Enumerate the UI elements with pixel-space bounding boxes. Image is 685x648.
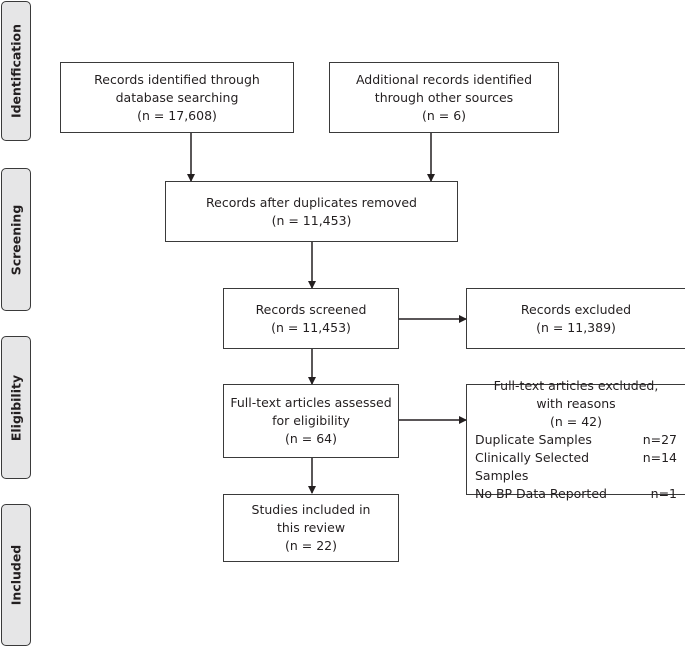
reason-label: Duplicate Samples — [475, 431, 592, 447]
box-line: Full-text articles excluded, — [493, 377, 659, 393]
box-records-excluded: Records excluded (n = 11,389) — [466, 288, 685, 349]
box-line: through other sources — [374, 89, 514, 105]
exclusion-reasons: Duplicate Samples n=27 Clinically Select… — [467, 431, 685, 503]
box-line: Records excluded — [520, 301, 632, 317]
box-line: Records after duplicates removed — [206, 194, 417, 210]
box-line: Records identified through — [94, 71, 260, 87]
box-records-screened: Records screened (n = 11,453) — [223, 288, 399, 349]
box-line: Full-text articles assessed — [230, 395, 392, 410]
box-line: for eligibility — [272, 413, 350, 428]
box-fulltext-excluded: Full-text articles excluded, with reason… — [466, 378, 685, 501]
box-line: with reasons — [536, 395, 616, 411]
box-duplicates-removed: Records after duplicates removed (n = 11… — [165, 181, 458, 242]
reason-count: n=27 — [642, 431, 677, 447]
reason-count: n=1 — [650, 485, 677, 501]
box-database-records: Records identified through database sear… — [60, 62, 294, 133]
box-count: (n = 42) — [549, 413, 602, 429]
box-count: (n = 11,453) — [271, 212, 352, 228]
box-line: Records screened — [255, 301, 367, 317]
box-studies-included: Studies included in this review (n = 22) — [223, 494, 399, 562]
arrowhead — [308, 486, 316, 494]
reason-label: No BP Data Reported — [475, 485, 607, 501]
exclusion-reason: Duplicate Samples n=27 — [475, 431, 677, 449]
prisma-flow-diagram: Identification Screening Eligibility Inc… — [0, 0, 685, 648]
exclusion-reason: No BP Data Reported n=1 — [475, 485, 677, 503]
box-other-sources: Additional records identified through ot… — [329, 62, 559, 133]
box-count: (n = 64) — [284, 431, 337, 446]
box-line: Additional records identified — [355, 71, 533, 87]
box-count: (n = 17,608) — [137, 107, 217, 123]
box-count: (n = 11,453) — [271, 319, 351, 335]
box-count: (n = 22) — [284, 538, 337, 553]
box-count: (n = 11,389) — [536, 319, 616, 335]
box-fulltext-assessed: Full-text articles assessed for eligibil… — [223, 384, 399, 458]
box-line: Studies included in — [251, 502, 371, 517]
reason-count: n=14 — [642, 449, 677, 465]
reason-label: Clinically Selected Samples — [475, 449, 590, 483]
box-line: this review — [276, 520, 346, 535]
box-line: database searching — [115, 89, 239, 105]
box-count: (n = 6) — [421, 107, 467, 123]
exclusion-reason: Clinically Selected Samples n=14 — [475, 449, 677, 485]
